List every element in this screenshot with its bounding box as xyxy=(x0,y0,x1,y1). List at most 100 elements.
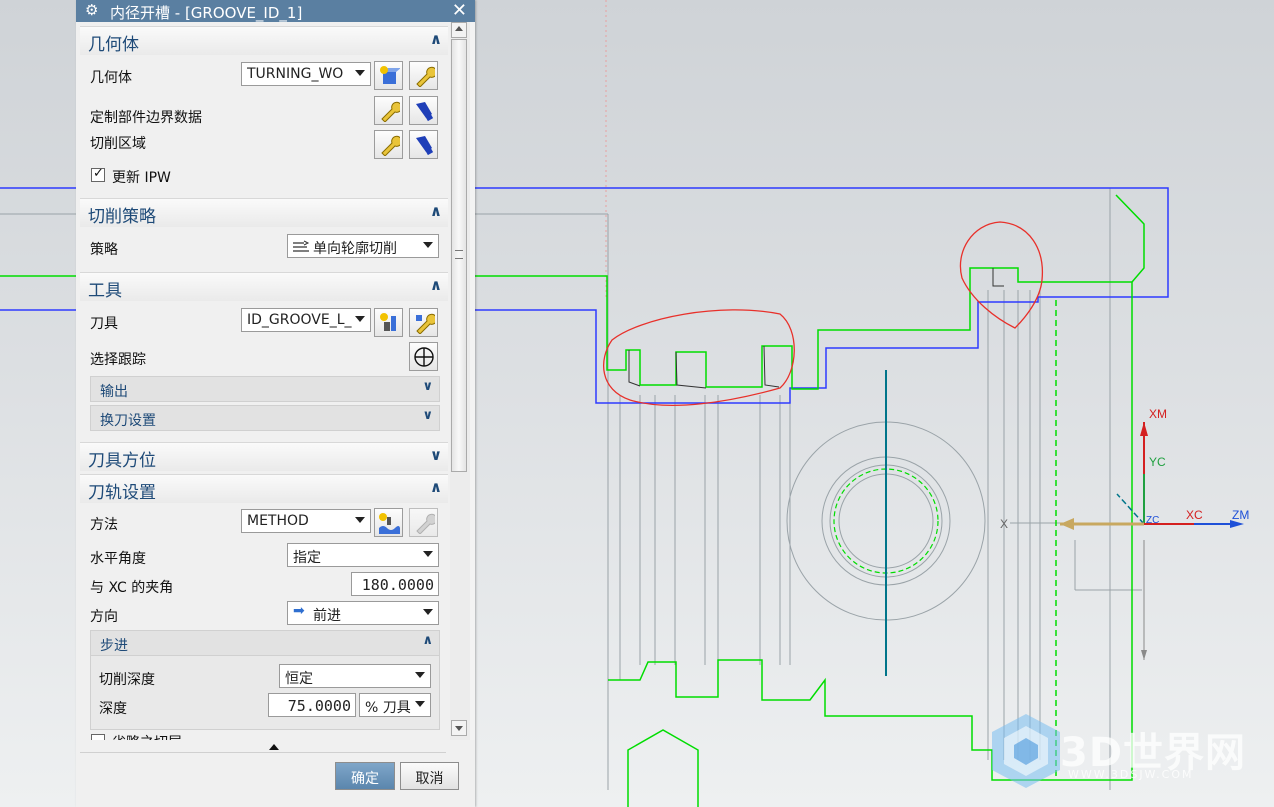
subsection-tool-change[interactable]: 换刀设置 ∨ xyxy=(90,405,440,431)
wrench-icon xyxy=(416,513,435,534)
collapse-arrow-icon[interactable] xyxy=(269,744,279,750)
subsection-title: 换刀设置 xyxy=(100,413,156,429)
dialog-footer: 确定 取消 xyxy=(76,740,475,807)
chevron-up-icon[interactable]: ∧ xyxy=(430,478,442,496)
xc-angle-input[interactable]: 180.0000 xyxy=(351,572,439,596)
cut-region-label: 切削区域 xyxy=(90,136,146,152)
direction-label: 方向 xyxy=(90,609,118,625)
tracking-label: 选择跟踪 xyxy=(90,352,146,368)
wrench-icon xyxy=(416,66,435,87)
tool-select[interactable]: ID_GROOVE_L_ xyxy=(241,308,371,332)
custom-boundary-label: 定制部件边界数据 xyxy=(90,110,202,126)
chevron-up-icon[interactable]: ∧ xyxy=(422,633,433,648)
x-axis-label: X xyxy=(1000,517,1008,531)
cut-depth-label: 切削深度 xyxy=(99,672,155,688)
section-title: 工具 xyxy=(88,281,122,301)
strategy-label: 策略 xyxy=(90,242,118,258)
new-geometry-button[interactable] xyxy=(374,61,403,90)
vertical-scrollbar[interactable] xyxy=(450,22,470,740)
display-boundary-button[interactable] xyxy=(409,96,438,125)
section-path-settings[interactable]: 刀轨设置 ∧ xyxy=(80,474,448,503)
cut-depth-select[interactable]: 恒定 xyxy=(279,664,431,688)
horizontal-angle-value: 指定 xyxy=(293,550,321,566)
xc-angle-label: 与 XC 的夹角 xyxy=(90,580,174,596)
scroll-up-button[interactable] xyxy=(451,22,467,38)
chevron-down-icon[interactable]: ∨ xyxy=(422,408,433,423)
chevron-up-icon[interactable]: ∧ xyxy=(430,30,442,48)
horizontal-angle-select[interactable]: 指定 xyxy=(287,543,439,567)
dropdown-arrow-icon xyxy=(355,70,365,76)
profile-cut-icon xyxy=(293,240,310,252)
flashlight-icon xyxy=(416,102,434,122)
depth-input[interactable]: 75.0000 xyxy=(268,693,356,717)
dropdown-arrow-icon xyxy=(423,609,433,615)
watermark: 3D世界网 WWW.3DSJW.COM xyxy=(990,712,1260,792)
tool-new-icon xyxy=(380,313,396,331)
subsection-output[interactable]: 输出 ∨ xyxy=(90,376,440,402)
method-select[interactable]: METHOD xyxy=(241,509,371,533)
cancel-button[interactable]: 取消 xyxy=(400,762,459,790)
watermark-url: WWW.3DSJW.COM xyxy=(1068,768,1194,781)
divider xyxy=(80,752,446,753)
strategy-select[interactable]: 单向轮廓切削 xyxy=(287,234,439,258)
chevron-down-icon[interactable]: ∨ xyxy=(430,446,442,464)
section-title: 刀具方位 xyxy=(88,451,156,471)
geometry-new-icon xyxy=(380,66,400,84)
gear-icon: ⚙ xyxy=(85,1,99,19)
direction-select[interactable]: ➡ 前进 xyxy=(287,601,439,625)
geometry-select-value: TURNING_WO xyxy=(247,66,344,82)
horizontal-angle-label: 水平角度 xyxy=(90,551,146,567)
clipped-next-label: 省略之切层 xyxy=(112,732,182,740)
edit-method-button[interactable] xyxy=(409,508,438,537)
dialog-title: 内径开槽 - [GROOVE_ID_1] xyxy=(110,4,303,22)
wrench-icon xyxy=(381,101,400,122)
section-strategy[interactable]: 切削策略 ∧ xyxy=(80,198,448,227)
edit-cut-region-button[interactable] xyxy=(374,130,403,159)
flashlight-icon xyxy=(416,136,434,156)
subsection-title: 步进 xyxy=(100,638,128,654)
select-tracking-button[interactable] xyxy=(409,342,438,371)
edit-boundary-button[interactable] xyxy=(374,96,403,125)
new-method-button[interactable] xyxy=(374,508,403,537)
section-geometry[interactable]: 几何体 ∧ xyxy=(80,26,448,55)
tool-label: 刀具 xyxy=(90,316,118,332)
dropdown-arrow-icon xyxy=(355,316,365,322)
zc-axis-label: ZC xyxy=(1146,515,1159,526)
groove-dialog: ⚙ 内径开槽 - [GROOVE_ID_1] ✕ 几何体 ∧ 几何体 TURNI… xyxy=(76,0,475,807)
method-label: 方法 xyxy=(90,517,118,533)
dropdown-arrow-icon xyxy=(423,242,433,248)
display-cut-region-button[interactable] xyxy=(409,130,438,159)
close-icon[interactable]: ✕ xyxy=(452,0,467,21)
update-ipw-checkbox[interactable]: ✓ xyxy=(91,166,105,182)
method-select-value: METHOD xyxy=(247,513,309,529)
section-tool-orientation[interactable]: 刀具方位 ∨ xyxy=(80,442,448,471)
edit-tool-button[interactable] xyxy=(409,308,438,337)
arrow-right-icon: ➡ xyxy=(293,603,305,619)
subsection-stepover[interactable]: 步进 ∧ xyxy=(90,630,440,656)
tool-select-value: ID_GROOVE_L_ xyxy=(247,312,352,328)
wrench-tool-icon xyxy=(416,313,435,334)
scroll-down-button[interactable] xyxy=(451,720,467,736)
subsection-title: 输出 xyxy=(100,384,128,400)
dialog-titlebar[interactable]: ⚙ 内径开槽 - [GROOVE_ID_1] ✕ xyxy=(76,0,475,22)
section-tool[interactable]: 工具 ∧ xyxy=(80,272,448,301)
chevron-up-icon[interactable]: ∧ xyxy=(430,276,442,294)
scroll-thumb[interactable] xyxy=(451,39,467,472)
chevron-up-icon[interactable]: ∧ xyxy=(430,202,442,220)
dialog-body: 几何体 ∧ 几何体 TURNING_WO 定制部件边界数据 切削区域 ✓ 更新 … xyxy=(76,22,450,740)
grip-icon xyxy=(455,250,463,259)
section-title: 几何体 xyxy=(88,35,139,55)
geometry-select[interactable]: TURNING_WO xyxy=(241,62,371,86)
new-tool-button[interactable] xyxy=(374,308,403,337)
cube-logo-icon xyxy=(992,714,1060,788)
update-ipw-label: 更新 IPW xyxy=(112,170,171,186)
section-title: 切削策略 xyxy=(88,207,156,227)
direction-select-value: 前进 xyxy=(313,608,341,624)
edit-geometry-button[interactable] xyxy=(409,61,438,90)
chevron-down-icon[interactable]: ∨ xyxy=(422,379,433,394)
yc-axis-label: YC xyxy=(1149,455,1166,469)
ok-button[interactable]: 确定 xyxy=(335,762,395,790)
wrench-icon xyxy=(381,135,400,156)
dropdown-arrow-icon xyxy=(415,701,425,707)
depth-unit-select[interactable]: % 刀具 xyxy=(359,693,431,717)
